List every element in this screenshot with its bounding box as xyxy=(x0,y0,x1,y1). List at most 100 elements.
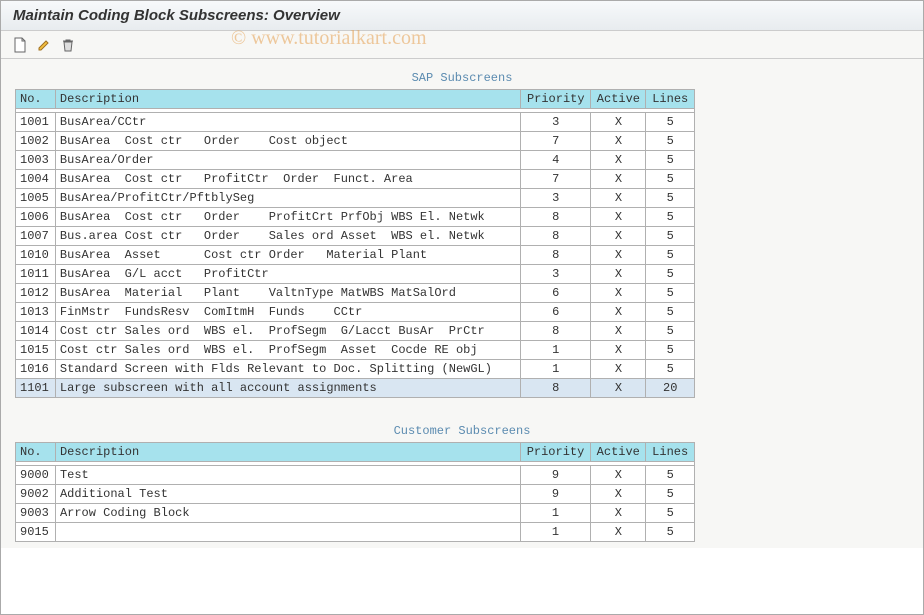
table-row[interactable]: 1001BusArea/CCtr3X5 xyxy=(16,113,695,132)
new-button[interactable] xyxy=(11,36,29,54)
col-priority[interactable]: Priority xyxy=(521,90,591,109)
cell-prio: 7 xyxy=(521,170,591,189)
cell-lines: 5 xyxy=(646,303,695,322)
cell-lines: 5 xyxy=(646,504,695,523)
table-row[interactable]: 9000Test9X5 xyxy=(16,466,695,485)
cell-active: X xyxy=(591,151,646,170)
cell-prio: 1 xyxy=(520,504,590,523)
cell-prio: 9 xyxy=(520,485,590,504)
cell-no: 1101 xyxy=(16,379,56,398)
cell-active: X xyxy=(591,189,646,208)
col-active[interactable]: Active xyxy=(591,443,646,462)
cell-lines: 5 xyxy=(646,341,695,360)
cell-lines: 5 xyxy=(646,360,695,379)
table-row[interactable]: 1014Cost ctr Sales ord WBS el. ProfSegm … xyxy=(16,322,695,341)
col-no[interactable]: No. xyxy=(16,90,56,109)
cell-active: X xyxy=(591,379,646,398)
edit-icon xyxy=(37,38,51,52)
cell-desc: BusArea Cost ctr ProfitCtr Order Funct. … xyxy=(55,170,520,189)
delete-icon xyxy=(62,38,74,52)
cell-no: 1007 xyxy=(16,227,56,246)
cell-active: X xyxy=(591,360,646,379)
sap-section-title: SAP Subscreens xyxy=(15,65,909,89)
cell-lines: 5 xyxy=(646,523,695,542)
cell-active: X xyxy=(591,284,646,303)
table-row[interactable]: 1007Bus.area Cost ctr Order Sales ord As… xyxy=(16,227,695,246)
table-row[interactable]: 1012BusArea Material Plant ValtnType Mat… xyxy=(16,284,695,303)
delete-button[interactable] xyxy=(59,36,77,54)
table-row[interactable]: 9003Arrow Coding Block1X5 xyxy=(16,504,695,523)
table-row[interactable]: 1010BusArea Asset Cost ctr Order Materia… xyxy=(16,246,695,265)
cell-prio: 3 xyxy=(521,189,591,208)
cell-desc: Arrow Coding Block xyxy=(55,504,520,523)
cell-lines: 5 xyxy=(646,322,695,341)
cell-active: X xyxy=(591,113,646,132)
cell-prio: 3 xyxy=(521,113,591,132)
cell-desc: Cost ctr Sales ord WBS el. ProfSegm Asse… xyxy=(55,341,520,360)
cell-lines: 5 xyxy=(646,170,695,189)
cell-lines: 5 xyxy=(646,466,695,485)
col-no[interactable]: No. xyxy=(16,443,56,462)
cell-no: 9002 xyxy=(16,485,56,504)
col-lines[interactable]: Lines xyxy=(646,90,695,109)
cell-lines: 20 xyxy=(646,379,695,398)
table-row[interactable]: 1101Large subscreen with all account ass… xyxy=(16,379,695,398)
cell-prio: 8 xyxy=(521,208,591,227)
cell-active: X xyxy=(591,132,646,151)
col-lines[interactable]: Lines xyxy=(646,443,695,462)
cell-desc: BusArea/Order xyxy=(55,151,520,170)
table-row[interactable]: 1003BusArea/Order4X5 xyxy=(16,151,695,170)
cell-desc: BusArea Cost ctr Order ProfitCrt PrfObj … xyxy=(55,208,520,227)
cell-no: 1015 xyxy=(16,341,56,360)
table-row[interactable]: 90151X5 xyxy=(16,523,695,542)
cell-lines: 5 xyxy=(646,189,695,208)
cell-no: 1012 xyxy=(16,284,56,303)
cell-no: 1005 xyxy=(16,189,56,208)
table-row[interactable]: 1004BusArea Cost ctr ProfitCtr Order Fun… xyxy=(16,170,695,189)
table-row[interactable]: 1006BusArea Cost ctr Order ProfitCrt Prf… xyxy=(16,208,695,227)
cell-no: 1013 xyxy=(16,303,56,322)
cell-prio: 1 xyxy=(520,523,590,542)
cell-desc: BusArea/ProfitCtr/PftblySeg xyxy=(55,189,520,208)
table-row[interactable]: 1015Cost ctr Sales ord WBS el. ProfSegm … xyxy=(16,341,695,360)
cell-active: X xyxy=(591,466,646,485)
cell-prio: 1 xyxy=(521,360,591,379)
cell-prio: 3 xyxy=(521,265,591,284)
col-description[interactable]: Description xyxy=(55,90,520,109)
table-row[interactable]: 1011BusArea G/L acct ProfitCtr3X5 xyxy=(16,265,695,284)
cell-desc: BusArea G/L acct ProfitCtr xyxy=(55,265,520,284)
table-row[interactable]: 1016Standard Screen with Flds Relevant t… xyxy=(16,360,695,379)
cell-no: 1003 xyxy=(16,151,56,170)
cell-lines: 5 xyxy=(646,113,695,132)
cell-desc xyxy=(55,523,520,542)
col-priority[interactable]: Priority xyxy=(520,443,590,462)
cell-prio: 4 xyxy=(521,151,591,170)
cell-no: 1014 xyxy=(16,322,56,341)
cell-active: X xyxy=(591,227,646,246)
cell-active: X xyxy=(591,208,646,227)
table-row[interactable]: 1002BusArea Cost ctr Order Cost object7X… xyxy=(16,132,695,151)
cell-no: 1010 xyxy=(16,246,56,265)
toolbar xyxy=(1,31,923,59)
new-doc-icon xyxy=(13,37,27,53)
cell-prio: 9 xyxy=(520,466,590,485)
cell-no: 1016 xyxy=(16,360,56,379)
cell-no: 1011 xyxy=(16,265,56,284)
cell-active: X xyxy=(591,504,646,523)
table-row[interactable]: 1005BusArea/ProfitCtr/PftblySeg3X5 xyxy=(16,189,695,208)
cell-desc: Large subscreen with all account assignm… xyxy=(55,379,520,398)
cell-lines: 5 xyxy=(646,485,695,504)
table-row[interactable]: 9002Additional Test9X5 xyxy=(16,485,695,504)
edit-button[interactable] xyxy=(35,36,53,54)
content-area: SAP Subscreens No. Description Priority … xyxy=(1,59,923,548)
table-row[interactable]: 1013FinMstr FundsResv ComItmH Funds CCtr… xyxy=(16,303,695,322)
cell-prio: 7 xyxy=(521,132,591,151)
cell-desc: Test xyxy=(55,466,520,485)
col-description[interactable]: Description xyxy=(55,443,520,462)
cell-prio: 6 xyxy=(521,284,591,303)
cell-desc: FinMstr FundsResv ComItmH Funds CCtr xyxy=(55,303,520,322)
customer-header-row: No. Description Priority Active Lines xyxy=(16,443,695,462)
cell-no: 1004 xyxy=(16,170,56,189)
col-active[interactable]: Active xyxy=(591,90,646,109)
cell-no: 1002 xyxy=(16,132,56,151)
